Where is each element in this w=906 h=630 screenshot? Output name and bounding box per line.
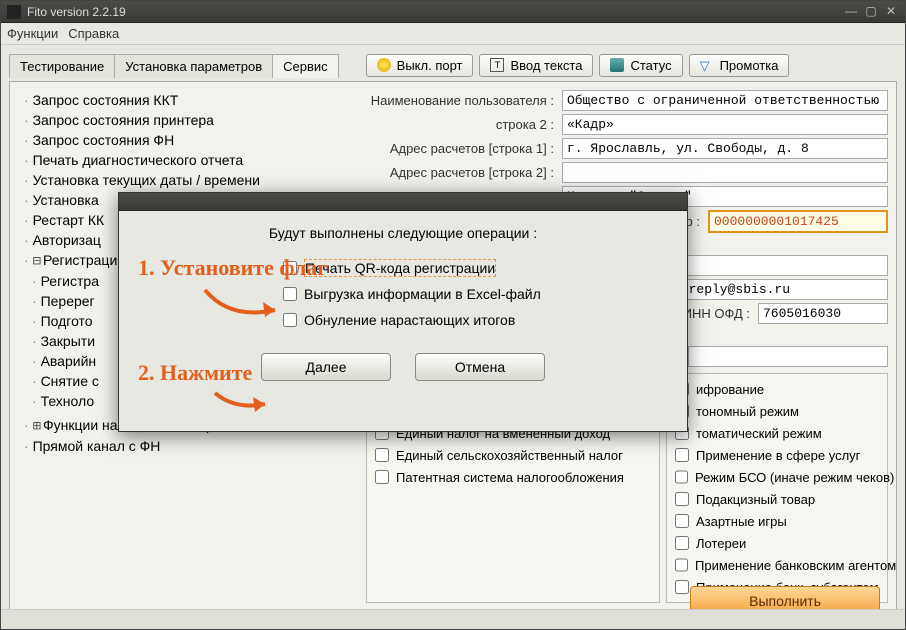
email-input[interactable] xyxy=(668,279,888,300)
operations-dialog: Будут выполнены следующие операции : Печ… xyxy=(118,192,688,432)
menu-functions[interactable]: Функции xyxy=(7,26,58,41)
addr1-input[interactable] xyxy=(562,138,888,159)
expand-icon[interactable]: ⊟ xyxy=(33,253,41,269)
addr2-label: Адрес расчетов [строка 2] : xyxy=(366,165,562,180)
status-button[interactable]: Статус xyxy=(599,54,682,77)
regnum-input[interactable] xyxy=(708,210,888,233)
menubar: Функции Справка xyxy=(1,23,905,45)
tax-checkbox[interactable] xyxy=(375,448,389,462)
user-input[interactable] xyxy=(562,90,888,111)
op-checkbox-qr[interactable] xyxy=(283,261,297,275)
dialog-heading: Будут выполнены следующие операции : xyxy=(139,225,667,241)
line2-label: строка 2 : xyxy=(366,117,562,132)
tree-item[interactable]: Печать диагностического отчета xyxy=(24,150,358,170)
mode-checkbox[interactable] xyxy=(675,448,689,462)
op-checkbox-excel[interactable] xyxy=(283,287,297,301)
modes-group: ифрование тономный режим томатический ре… xyxy=(666,373,888,603)
minimize-icon[interactable]: — xyxy=(843,5,859,19)
mode-checkbox[interactable] xyxy=(675,470,688,484)
op-label: Выгрузка информации в Excel-файл xyxy=(304,286,541,302)
user-label: Наименование пользователя : xyxy=(366,93,562,108)
app-icon xyxy=(7,5,21,19)
addr1-label: Адрес расчетов [строка 1] : xyxy=(366,141,562,156)
op-label: Печать QR-кода регистрации xyxy=(304,259,496,277)
wind-button[interactable]: ▽Промотка xyxy=(689,54,790,77)
status-icon xyxy=(610,58,624,72)
inn-ofd-label: ИНН ОФД : xyxy=(683,306,758,321)
statusbar xyxy=(1,609,905,629)
mode-checkbox[interactable] xyxy=(675,580,689,594)
tab-params[interactable]: Установка параметров xyxy=(114,54,273,78)
mode-checkbox[interactable] xyxy=(675,492,689,506)
inn-ofd-input[interactable] xyxy=(758,303,888,324)
addr2-input[interactable] xyxy=(562,162,888,183)
port-icon xyxy=(377,58,391,72)
port-button[interactable]: Выкл. порт xyxy=(366,54,474,77)
titlebar: Fito version 2.2.19 — ▢ ✕ xyxy=(1,1,905,23)
tree-item[interactable]: Запрос состояния принтера xyxy=(24,110,358,130)
expand-icon[interactable]: ⊞ xyxy=(33,418,41,434)
tree-item[interactable]: Прямой канал с ФН xyxy=(24,436,358,456)
text-button[interactable]: TВвод текста xyxy=(479,54,593,77)
menu-help[interactable]: Справка xyxy=(68,26,119,41)
wind-icon: ▽ xyxy=(700,58,714,72)
next-button[interactable]: Далее xyxy=(261,353,391,381)
close-icon[interactable]: ✕ xyxy=(883,5,899,19)
tree-item[interactable]: Запрос состояния ККТ xyxy=(24,90,358,110)
tab-testing[interactable]: Тестирование xyxy=(9,54,115,78)
op-label: Обнуление нарастающих итогов xyxy=(304,312,515,328)
dialog-titlebar[interactable] xyxy=(119,193,687,211)
tree-item[interactable]: Запрос состояния ФН xyxy=(24,130,358,150)
maximize-icon[interactable]: ▢ xyxy=(863,5,879,19)
mode-checkbox[interactable] xyxy=(675,514,689,528)
op-checkbox-reset[interactable] xyxy=(283,313,297,327)
mode-checkbox[interactable] xyxy=(675,558,688,572)
line2-input[interactable] xyxy=(562,114,888,135)
mata-input[interactable] xyxy=(688,346,888,367)
text-icon: T xyxy=(490,58,504,72)
mode-checkbox[interactable] xyxy=(675,536,689,550)
tree-item[interactable]: Установка текущих даты / времени xyxy=(24,170,358,190)
tab-service[interactable]: Сервис xyxy=(272,54,339,78)
window-title: Fito version 2.2.19 xyxy=(27,5,126,19)
tax-checkbox[interactable] xyxy=(375,470,389,484)
cancel-button[interactable]: Отмена xyxy=(415,353,545,381)
